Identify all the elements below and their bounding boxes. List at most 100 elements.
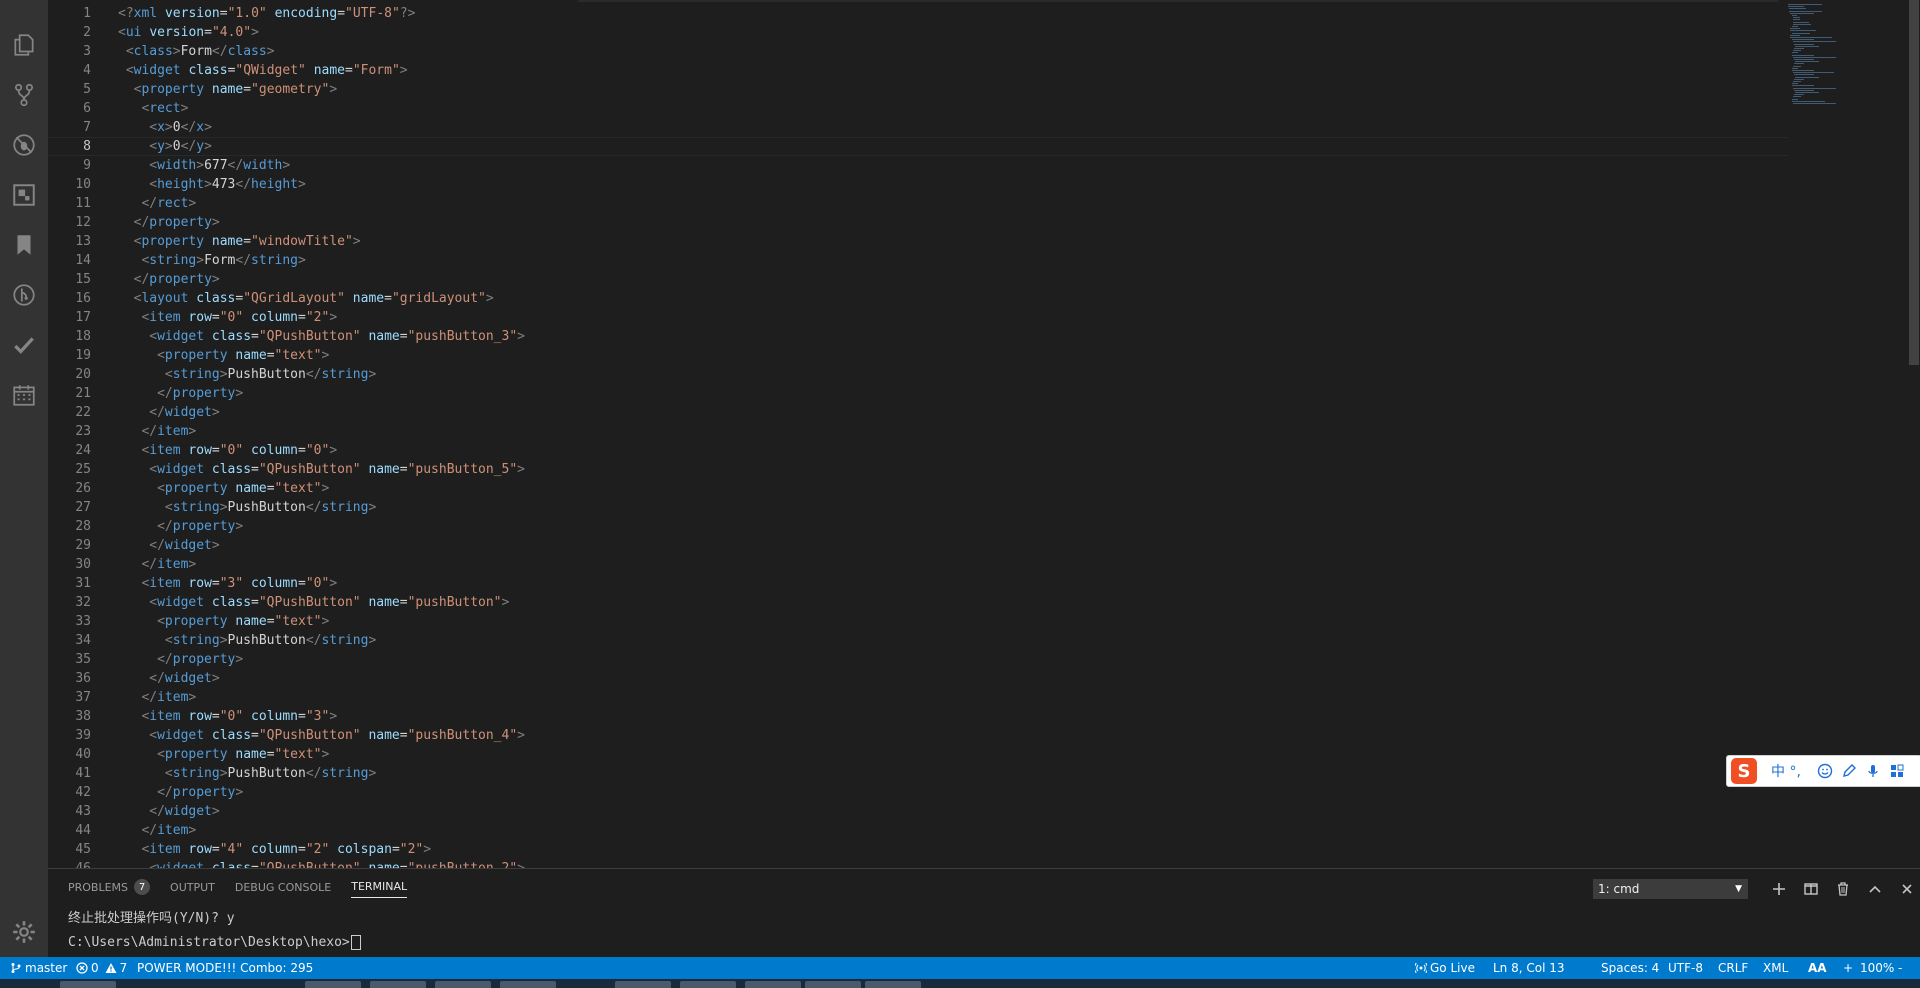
code-line[interactable]: 26 <property name="text"> <box>48 479 1788 498</box>
power-mode-status[interactable]: POWER MODE!!! Combo: 295 <box>137 957 313 979</box>
maximize-panel-icon[interactable] <box>1859 877 1891 901</box>
code-line[interactable]: 14 <string>Form</string> <box>48 251 1788 270</box>
editor-scroll-thumb[interactable] <box>1909 0 1919 365</box>
cursor-position[interactable]: Ln 8, Col 13 <box>1493 957 1565 979</box>
code-line[interactable]: 12 </property> <box>48 213 1788 232</box>
code-line[interactable]: 34 <string>PushButton</string> <box>48 631 1788 650</box>
code-line[interactable]: 21 </property> <box>48 384 1788 403</box>
source-control-icon[interactable] <box>0 75 48 115</box>
tab-debug-console[interactable]: DEBUG CONSOLE <box>235 881 331 898</box>
encoding-setting[interactable]: UTF-8 <box>1668 957 1703 979</box>
terminal-select[interactable]: 1: cmd ▼ <box>1593 879 1748 899</box>
tab-problems[interactable]: PROBLEMS 7 <box>68 879 151 899</box>
git-lens-icon[interactable] <box>0 275 48 315</box>
debug-icon[interactable] <box>0 125 48 165</box>
settings-gear-icon[interactable] <box>0 912 48 952</box>
code-line[interactable]: 15 </property> <box>48 270 1788 289</box>
code-line[interactable]: 18 <widget class="QPushButton" name="push… <box>48 327 1788 346</box>
taskbar-app-button[interactable] <box>370 981 426 988</box>
ime-logo[interactable]: S <box>1731 758 1757 784</box>
code-line[interactable]: 4 <widget class="QWidget" name="Form"> <box>48 61 1788 80</box>
zoom-in-button[interactable]: + <box>1843 957 1853 979</box>
taskbar-app-button[interactable] <box>745 981 801 988</box>
code-line[interactable]: 11 </rect> <box>48 194 1788 213</box>
problems-indicator[interactable]: 0 7 <box>76 957 127 979</box>
code-lines[interactable]: 1 <?xml version="1.0" encoding="UTF-8"?> 2… <box>48 4 1788 868</box>
code-line[interactable]: 38 <item row="0" column="3"> <box>48 707 1788 726</box>
code-line[interactable]: 43 </widget> <box>48 802 1788 821</box>
code-line[interactable]: 13 <property name="windowTitle"> <box>48 232 1788 251</box>
terminal-prompt-line[interactable]: C:\Users\Administrator\Desktop\hexo> <box>68 935 361 950</box>
code-line[interactable]: 3 <class>Form</class> <box>48 42 1788 61</box>
taskbar-app-button[interactable] <box>305 981 361 988</box>
code-line[interactable]: 2 <ui version="4.0"> <box>48 23 1788 42</box>
code-line[interactable]: 31 <item row="3" column="0"> <box>48 574 1788 593</box>
zoom-out-button[interactable]: - <box>1898 957 1902 979</box>
code-line[interactable]: 19 <property name="text"> <box>48 346 1788 365</box>
split-terminal-icon[interactable] <box>1795 877 1827 901</box>
explorer-icon[interactable] <box>0 25 48 65</box>
code-line[interactable]: 9 <width>677</width> <box>48 156 1788 175</box>
ime-toolbar[interactable]: S 中 °, <box>1726 755 1920 787</box>
code-line[interactable]: 33 <property name="text"> <box>48 612 1788 631</box>
taskbar-app-button[interactable] <box>615 981 671 988</box>
code-line[interactable]: 32 <widget class="QPushButton" name="push… <box>48 593 1788 612</box>
code-line[interactable]: 39 <widget class="QPushButton" name="push… <box>48 726 1788 745</box>
language-mode[interactable]: XML <box>1763 957 1788 979</box>
code-line[interactable]: 30 </item> <box>48 555 1788 574</box>
code-editor[interactable]: 1 <?xml version="1.0" encoding="UTF-8"?> 2… <box>48 0 1920 868</box>
todo-icon[interactable] <box>0 325 48 365</box>
editor-scrollbar[interactable] <box>1908 0 1920 868</box>
code-line[interactable]: 23 </item> <box>48 422 1788 441</box>
microphone-icon[interactable] <box>1861 759 1885 783</box>
code-line[interactable]: 7 <x>0</x> <box>48 118 1788 137</box>
emoji-icon[interactable] <box>1813 759 1837 783</box>
code-line[interactable]: 1 <?xml version="1.0" encoding="UTF-8"?> <box>48 4 1788 23</box>
close-panel-icon[interactable] <box>1891 877 1920 901</box>
extensions-icon[interactable] <box>0 175 48 215</box>
new-terminal-icon[interactable] <box>1763 877 1795 901</box>
code-line[interactable]: 37 </item> <box>48 688 1788 707</box>
code-line[interactable]: 5 <property name="geometry"> <box>48 80 1788 99</box>
indentation-setting[interactable]: Spaces: 4 <box>1601 957 1659 979</box>
code-line[interactable]: 42 </property> <box>48 783 1788 802</box>
trash-icon[interactable] <box>1827 877 1859 901</box>
code-line[interactable]: 22 </widget> <box>48 403 1788 422</box>
taskbar-app-button[interactable] <box>805 981 861 988</box>
tab-terminal[interactable]: TERMINAL <box>351 880 408 898</box>
code-line[interactable]: 40 <property name="text"> <box>48 745 1788 764</box>
code-line[interactable]: 8 <y>0</y> <box>48 137 1788 156</box>
code-line[interactable]: 41 <string>PushButton</string> <box>48 764 1788 783</box>
font-size-icon[interactable]: AA <box>1808 957 1827 979</box>
code-line[interactable]: 25 <widget class="QPushButton" name="push… <box>48 460 1788 479</box>
calendar-icon[interactable] <box>0 375 48 415</box>
code-line[interactable]: 10 <height>473</height> <box>48 175 1788 194</box>
zoom-level[interactable]: 100% <box>1860 957 1894 979</box>
code-line[interactable]: 36 </widget> <box>48 669 1788 688</box>
taskbar-app-button[interactable] <box>500 981 556 988</box>
grid-menu-icon[interactable] <box>1885 759 1909 783</box>
eol-setting[interactable]: CRLF <box>1718 957 1748 979</box>
taskbar-app-button[interactable] <box>865 981 921 988</box>
code-line[interactable]: 29 </widget> <box>48 536 1788 555</box>
code-line[interactable]: 20 <string>PushButton</string> <box>48 365 1788 384</box>
tab-output[interactable]: OUTPUT <box>170 881 215 898</box>
bookmarks-icon[interactable] <box>0 225 48 265</box>
code-line[interactable]: 27 <string>PushButton</string> <box>48 498 1788 517</box>
taskbar-app-button[interactable] <box>435 981 491 988</box>
branch-indicator[interactable]: master <box>10 957 67 979</box>
code-line[interactable]: 16 <layout class="QGridLayout" name="grid… <box>48 289 1788 308</box>
ime-mode-text[interactable]: 中 °, <box>1771 761 1801 781</box>
taskbar-app-button[interactable] <box>60 981 116 988</box>
code-line[interactable]: 44 </item> <box>48 821 1788 840</box>
taskbar-app-button[interactable] <box>680 981 736 988</box>
code-line[interactable]: 28 </property> <box>48 517 1788 536</box>
minimap[interactable] <box>1788 0 1888 140</box>
pen-icon[interactable] <box>1837 759 1861 783</box>
code-line[interactable]: 6 <rect> <box>48 99 1788 118</box>
code-line[interactable]: 17 <item row="0" column="2"> <box>48 308 1788 327</box>
code-line[interactable]: 46<widget class="QPushButton" name="push… <box>48 859 1788 868</box>
go-live-button[interactable]: Go Live <box>1415 957 1475 979</box>
code-line[interactable]: 45 <item row="4" column="2" colspan="2"> <box>48 840 1788 859</box>
code-line[interactable]: 24 <item row="0" column="0"> <box>48 441 1788 460</box>
